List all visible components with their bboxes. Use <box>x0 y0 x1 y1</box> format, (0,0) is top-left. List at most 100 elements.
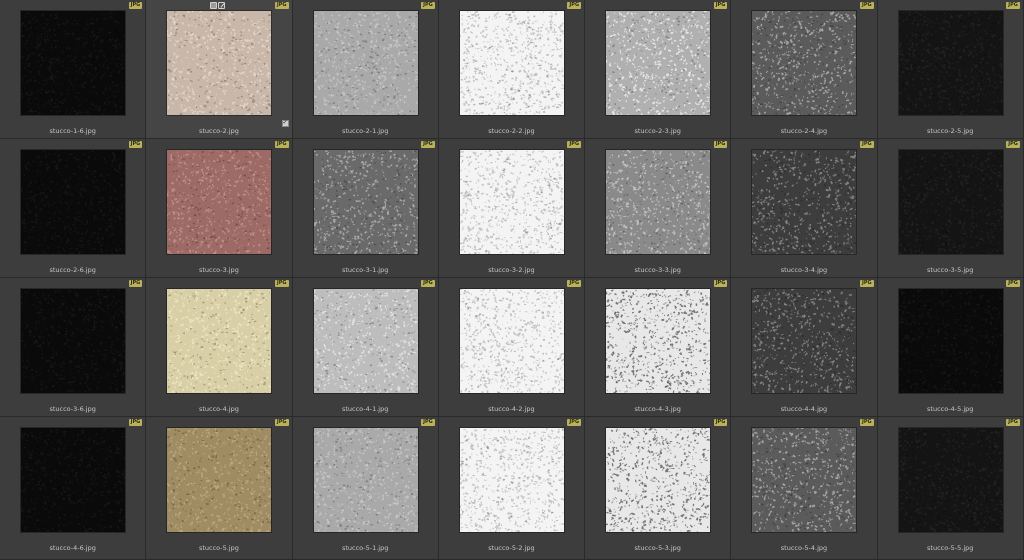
selection-checkbox[interactable]: ✓ <box>281 120 289 127</box>
thumbnail-cell[interactable]: JPG stucco-3-1.jpg <box>292 139 439 278</box>
thumbnail-cell[interactable]: JPG stucco-3-6.jpg <box>0 278 147 417</box>
texture-preview <box>457 288 566 395</box>
thumbnail-image[interactable] <box>750 427 859 535</box>
thumbnail-cell[interactable]: JPG stucco-5-4.jpg <box>731 417 878 560</box>
file-type-badge: JPG <box>421 280 435 287</box>
thumbnail-image[interactable] <box>456 427 565 533</box>
file-type-badge: JPG <box>713 280 728 287</box>
file-type-badge: JPG <box>567 2 582 9</box>
thumbnail-cell[interactable]: JPG stucco-2-2.jpg <box>438 0 586 139</box>
thumbnail-image[interactable] <box>19 289 127 395</box>
texture-preview <box>18 428 127 536</box>
thumbnail-cell[interactable]: JPG stucco-4-1.jpg <box>292 278 439 417</box>
texture-preview <box>165 288 273 395</box>
thumbnail-image[interactable] <box>166 426 273 534</box>
thumbnail-image[interactable] <box>457 149 565 256</box>
thumbnail-cell[interactable]: JPG stucco-5.jpg <box>146 417 293 560</box>
texture-preview <box>895 149 1005 257</box>
thumbnail-image[interactable] <box>750 287 859 395</box>
file-name-label: stucco-5-4.jpg <box>780 544 828 552</box>
thumbnail-image[interactable] <box>603 288 712 396</box>
thumbnail-image[interactable] <box>895 149 1005 257</box>
thumbnail-cell[interactable]: JPG stucco-2.jpg ✓ <box>146 0 293 139</box>
texture-preview <box>457 149 565 256</box>
file-type-badge: JPG <box>859 2 874 9</box>
file-name-label: stucco-1-6.jpg <box>49 127 96 135</box>
thumbnail-cell[interactable]: JPG stucco-3-3.jpg <box>585 139 732 278</box>
file-name-label: stucco-5.jpg <box>198 544 239 552</box>
thumbnail-cell[interactable]: JPG stucco-2-1.jpg <box>292 0 439 139</box>
thumbnail-cell[interactable]: JPG stucco-4-5.jpg <box>877 278 1024 417</box>
thumbnail-image[interactable] <box>896 427 1005 534</box>
thumbnail-image[interactable] <box>311 289 418 395</box>
thumbnail-image[interactable] <box>604 149 712 256</box>
file-name-label: stucco-2.jpg <box>198 127 239 135</box>
texture-preview <box>750 427 859 535</box>
thumbnail-cell[interactable]: JPG stucco-3-5.jpg <box>877 139 1024 278</box>
file-name-label: stucco-2-1.jpg <box>341 127 389 135</box>
file-type-badge: JPG <box>1006 2 1020 9</box>
thumbnail-image[interactable] <box>895 10 1005 118</box>
file-name-label: stucco-4-2.jpg <box>488 405 535 413</box>
file-type-badge: JPG <box>713 141 728 148</box>
file-type-badge: JPG <box>1006 141 1020 148</box>
frame-icon[interactable] <box>210 2 218 9</box>
thumbnail-image[interactable] <box>164 9 273 117</box>
thumbnail-image[interactable] <box>20 149 128 257</box>
thumbnail-image[interactable] <box>896 287 1004 395</box>
thumbnail-cell[interactable]: JPG stucco-2-6.jpg <box>0 139 147 278</box>
thumbnail-cell[interactable]: JPG stucco-5-1.jpg <box>292 417 439 560</box>
thumbnail-cell[interactable]: JPG stucco-3-2.jpg <box>438 139 586 278</box>
thumbnail-image[interactable] <box>312 10 419 118</box>
texture-preview <box>456 427 565 533</box>
thumbnail-cell[interactable]: JPG stucco-1-6.jpg <box>0 0 147 139</box>
texture-preview <box>895 10 1005 118</box>
thumbnail-tools <box>210 2 226 9</box>
file-type-badge: JPG <box>567 141 582 148</box>
thumbnail-cell[interactable]: JPG stucco-4.jpg <box>146 278 293 417</box>
thumbnail-cell[interactable]: JPG stucco-2-4.jpg <box>731 0 878 139</box>
thumbnail-cell[interactable]: JPG stucco-2-3.jpg <box>585 0 732 139</box>
thumbnail-image[interactable] <box>457 288 566 395</box>
thumbnail-image[interactable] <box>603 9 713 117</box>
texture-preview <box>18 10 128 117</box>
thumbnail-image[interactable] <box>457 10 565 117</box>
texture-preview <box>603 9 713 117</box>
texture-preview <box>605 427 713 535</box>
thumbnail-image[interactable] <box>165 149 274 256</box>
file-name-label: stucco-4.jpg <box>198 405 239 413</box>
thumbnail-image[interactable] <box>312 150 421 257</box>
file-name-label: stucco-4-5.jpg <box>927 405 974 413</box>
file-name-label: stucco-2-5.jpg <box>927 127 974 135</box>
thumbnail-cell[interactable]: JPG stucco-4-6.jpg <box>0 417 147 560</box>
thumbnail-image[interactable] <box>18 10 128 117</box>
file-type-badge: JPG <box>1006 419 1020 426</box>
thumbnail-cell[interactable]: JPG stucco-5-2.jpg <box>438 417 586 560</box>
thumbnail-image[interactable] <box>18 428 127 536</box>
thumbnail-image[interactable] <box>311 426 420 535</box>
thumbnail-image[interactable] <box>750 150 859 256</box>
file-name-label: stucco-2-6.jpg <box>49 266 96 274</box>
edit-icon[interactable] <box>218 2 226 9</box>
file-name-label: stucco-5-3.jpg <box>634 544 681 552</box>
thumbnail-cell[interactable]: JPG stucco-3-4.jpg <box>731 139 878 278</box>
file-name-label: stucco-5-2.jpg <box>488 544 535 552</box>
thumbnail-image[interactable] <box>165 288 273 395</box>
thumbnail-cell[interactable]: JPG stucco-4-2.jpg <box>438 278 586 417</box>
thumbnail-image[interactable] <box>605 427 713 535</box>
file-type-badge: JPG <box>713 419 728 426</box>
thumbnail-cell[interactable]: JPG stucco-4-4.jpg <box>731 278 878 417</box>
thumbnail-cell[interactable]: JPG stucco-2-5.jpg <box>877 0 1024 139</box>
file-type-badge: JPG <box>421 2 435 9</box>
file-type-badge: JPG <box>128 280 143 287</box>
thumbnail-cell[interactable]: JPG stucco-5-5.jpg <box>877 417 1024 560</box>
thumbnail-cell[interactable]: JPG stucco-3.jpg <box>146 139 293 278</box>
thumbnail-cell[interactable]: JPG stucco-4-3.jpg <box>585 278 732 417</box>
file-name-label: stucco-5-5.jpg <box>927 544 974 552</box>
texture-preview <box>457 10 565 117</box>
thumbnail-image[interactable] <box>749 10 859 118</box>
texture-preview <box>312 150 421 257</box>
texture-preview <box>19 289 127 395</box>
texture-preview <box>20 149 128 257</box>
thumbnail-cell[interactable]: JPG stucco-5-3.jpg <box>585 417 732 560</box>
